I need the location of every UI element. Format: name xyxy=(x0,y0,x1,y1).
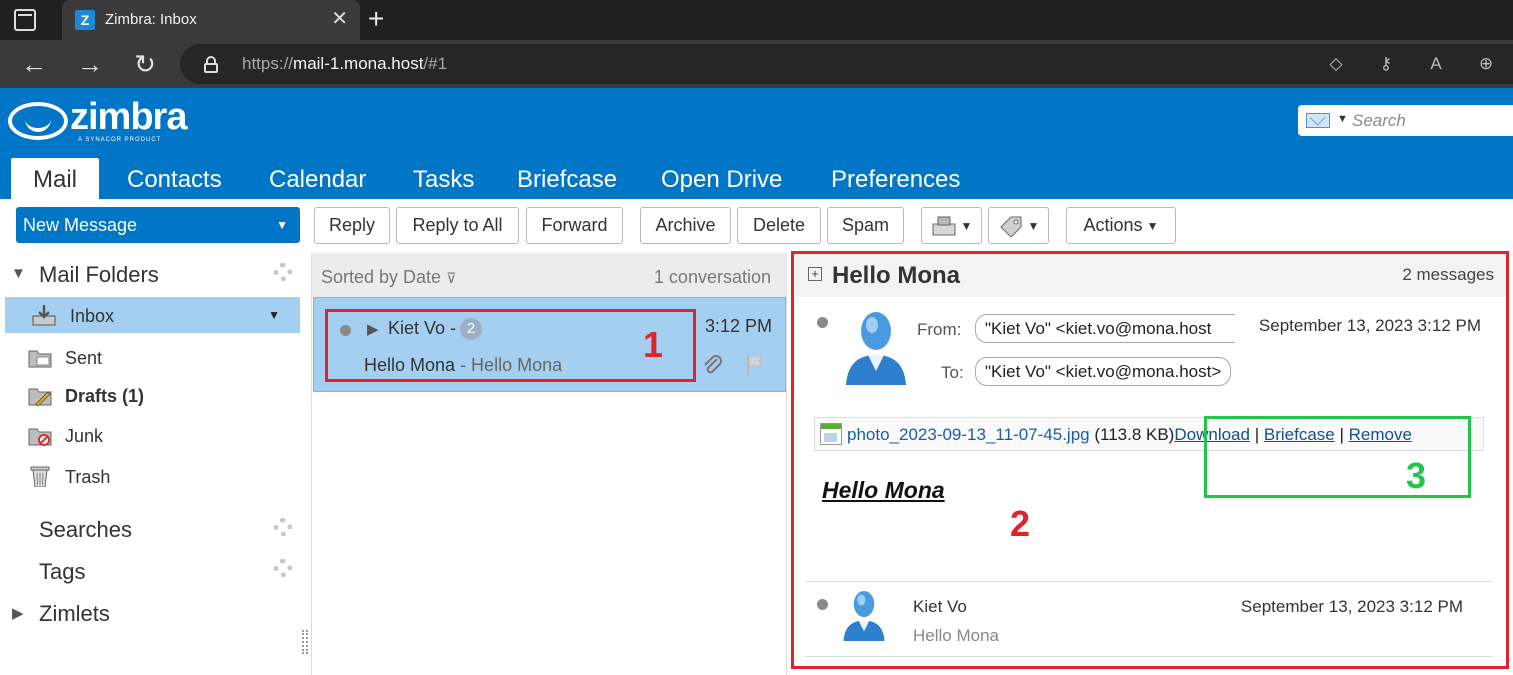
browser-address-bar: ← → ↻ https://mail-1.mona.host/#1 ◇ ⚷ A … xyxy=(0,40,1513,88)
spam-button[interactable]: Spam xyxy=(827,207,904,244)
conversation-count: 1 conversation xyxy=(653,267,771,287)
search-input[interactable] xyxy=(1352,109,1507,132)
read-aloud-icon[interactable]: A xyxy=(1424,52,1448,76)
forward-arrow-icon[interactable]: → xyxy=(76,50,104,78)
new-message-button[interactable]: New Message ▼ xyxy=(16,207,300,243)
trash-icon xyxy=(30,466,50,487)
mail-search-type-icon[interactable] xyxy=(1306,113,1330,128)
new-tab-icon[interactable]: + xyxy=(368,4,384,34)
move-folder-icon xyxy=(932,216,956,236)
mail-folders-header[interactable]: Mail Folders xyxy=(39,262,159,288)
actions-button[interactable]: Actions ▼ xyxy=(1066,207,1176,244)
annotation-number-3: 3 xyxy=(1406,455,1427,496)
zimbra-smile-icon xyxy=(8,102,68,140)
move-to-folder-button[interactable]: ▼ xyxy=(921,207,982,244)
expand-zimlets-icon[interactable]: ▶ xyxy=(12,604,24,622)
search-type-dropdown-icon[interactable]: ▼ xyxy=(1337,113,1348,125)
sidebar-item-junk[interactable]: Junk xyxy=(0,417,302,455)
browser-tab-strip: Z Zimbra: Inbox ✕ + xyxy=(0,0,1513,40)
zoom-icon[interactable]: ⊕ xyxy=(1474,52,1498,76)
annotation-box-3 xyxy=(1204,416,1471,498)
tab-title: Zimbra: Inbox xyxy=(105,11,197,28)
zimbra-favicon-icon: Z xyxy=(75,10,95,30)
inbox-icon xyxy=(32,305,56,326)
tab-preferences[interactable]: Preferences xyxy=(831,158,960,199)
sidebar-item-trash[interactable]: Trash xyxy=(0,458,302,496)
drafts-folder-icon xyxy=(28,388,52,406)
forward-button[interactable]: Forward xyxy=(526,207,623,244)
archive-button[interactable]: Archive xyxy=(640,207,731,244)
annotation-box-1 xyxy=(325,309,696,382)
reader-mode-icon[interactable]: ◇ xyxy=(1324,52,1348,76)
tag-button[interactable]: ▼ xyxy=(988,207,1049,244)
sidebar-item-inbox[interactable]: Inbox ▼ xyxy=(5,297,300,333)
close-tab-icon[interactable]: ✕ xyxy=(331,8,348,30)
sidebar-item-sent[interactable]: Sent xyxy=(0,339,302,377)
reload-icon[interactable]: ↻ xyxy=(131,50,159,78)
browser-tab[interactable]: Z Zimbra: Inbox ✕ xyxy=(62,0,360,40)
back-arrow-icon[interactable]: ← xyxy=(20,50,48,78)
new-message-dropdown-icon[interactable]: ▼ xyxy=(276,207,288,243)
tags-gear-icon[interactable] xyxy=(274,559,292,577)
conversation-time: 3:12 PM xyxy=(704,316,772,336)
annotation-number-2: 2 xyxy=(1010,503,1031,544)
zimlets-header[interactable]: Zimlets xyxy=(39,601,110,627)
tag-icon xyxy=(999,216,1022,238)
mail-toolbar: New Message ▼ Reply Reply to All Forward… xyxy=(0,199,1513,253)
junk-folder-icon xyxy=(28,428,52,446)
tab-mail[interactable]: Mail xyxy=(11,158,100,199)
key-icon[interactable]: ⚷ xyxy=(1374,52,1398,76)
tab-contacts[interactable]: Contacts xyxy=(127,158,222,199)
pane-splitter-handle[interactable] xyxy=(302,630,308,654)
sidebar-item-drafts[interactable]: Drafts (1) xyxy=(0,377,302,415)
sort-by-date-button[interactable]: Sorted by Date ⊽ xyxy=(321,267,456,288)
search-box: ▼ xyxy=(1298,105,1513,136)
zimbra-logo: zimbra A SYNACOR PRODUCT xyxy=(8,96,198,146)
tab-calendar[interactable]: Calendar xyxy=(269,158,366,199)
url-field[interactable]: https://mail-1.mona.host/#1 ◇ ⚷ A ⊕ xyxy=(180,44,1513,84)
lock-icon xyxy=(204,56,218,73)
annotation-number-1: 1 xyxy=(643,324,664,365)
delete-button[interactable]: Delete xyxy=(737,207,821,244)
tab-open-drive[interactable]: Open Drive xyxy=(661,158,782,199)
sent-folder-icon xyxy=(28,350,52,368)
folder-tree-pane: ▼ Mail Folders Inbox ▼ Sent Drafts (1) J… xyxy=(0,253,302,675)
flag-icon[interactable] xyxy=(744,353,766,377)
collapse-mail-folders-icon[interactable]: ▼ xyxy=(11,265,26,282)
attachment-paperclip-icon xyxy=(704,355,722,374)
searches-gear-icon[interactable] xyxy=(274,518,292,536)
inbox-dropdown-icon[interactable]: ▼ xyxy=(268,308,280,322)
mail-folders-gear-icon[interactable] xyxy=(274,263,292,281)
url-text: https://mail-1.mona.host/#1 xyxy=(242,54,448,73)
reply-button[interactable]: Reply xyxy=(314,207,390,244)
tags-header[interactable]: Tags xyxy=(39,559,85,585)
sort-header: Sorted by Date ⊽ 1 conversation xyxy=(312,253,787,297)
zimbra-header: zimbra A SYNACOR PRODUCT ▼ Mail Contacts… xyxy=(0,88,1513,199)
reply-all-button[interactable]: Reply to All xyxy=(396,207,519,244)
tab-briefcase[interactable]: Briefcase xyxy=(517,158,617,199)
tab-tasks[interactable]: Tasks xyxy=(413,158,474,199)
searches-header[interactable]: Searches xyxy=(39,517,132,543)
tab-actions-icon[interactable] xyxy=(14,9,36,31)
